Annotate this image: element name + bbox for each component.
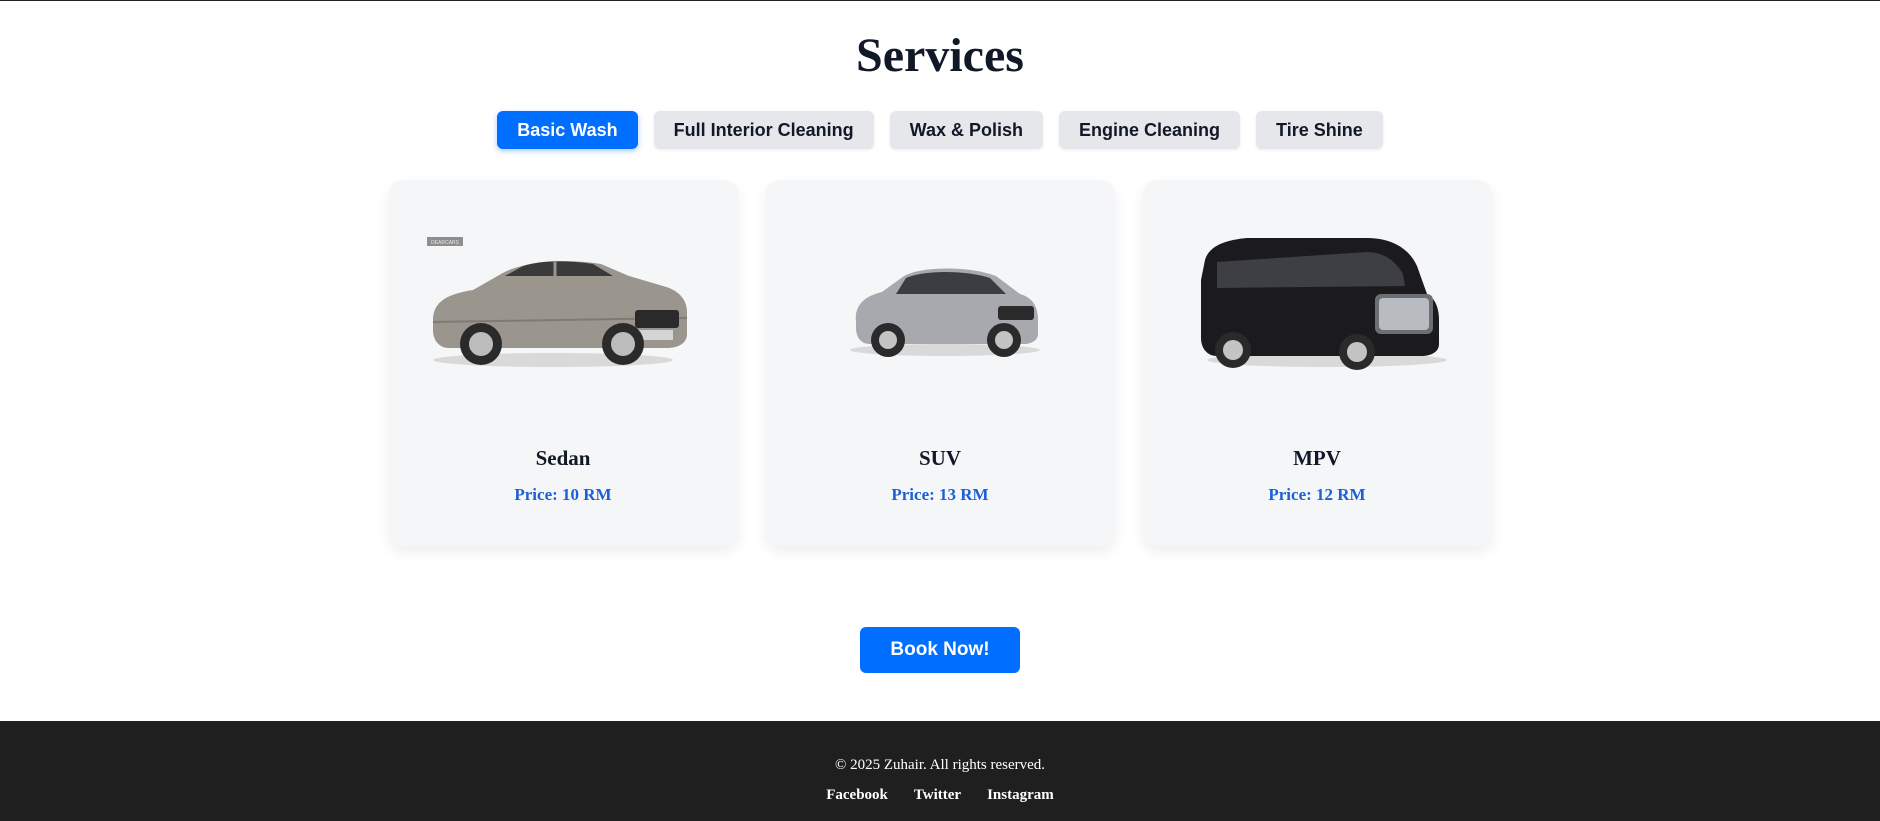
- book-now-button[interactable]: Book Now!: [860, 627, 1020, 673]
- service-tabs: Basic Wash Full Interior Cleaning Wax & …: [0, 111, 1880, 149]
- vehicle-name: Sedan: [535, 446, 591, 470]
- copyright-text: © 2025 Zuhair. All rights reserved.: [834, 757, 1046, 773]
- vehicle-name: MPV: [1293, 446, 1341, 470]
- top-divider: [0, 0, 1880, 1]
- vehicle-price: Price: 12 RM: [1268, 485, 1366, 504]
- footer: © 2025 Zuhair. All rights reserved. Face…: [0, 721, 1880, 821]
- sedan-car-image: DEARCARS: [426, 237, 687, 367]
- facebook-link[interactable]: Facebook: [826, 787, 888, 804]
- vehicle-cards: DEARCARS Sedan Price: 10 RM SUV Price: 1…: [0, 180, 1880, 546]
- tab-tire-shine[interactable]: Tire Shine: [1256, 111, 1383, 149]
- page-title: Services: [856, 29, 1024, 82]
- vehicle-card-sedan[interactable]: DEARCARS Sedan Price: 10 RM: [388, 180, 738, 546]
- tab-full-interior-cleaning[interactable]: Full Interior Cleaning: [653, 111, 874, 149]
- image-watermark: DEARCARS: [431, 240, 459, 246]
- suv-car-image: [849, 268, 1040, 357]
- tab-engine-cleaning[interactable]: Engine Cleaning: [1059, 111, 1241, 149]
- social-links: Facebook Twitter Instagram: [0, 787, 1880, 804]
- mpv-car-image: [1200, 238, 1447, 370]
- instagram-link[interactable]: Instagram: [987, 787, 1054, 804]
- vehicle-card-mpv[interactable]: MPV Price: 12 RM: [1142, 180, 1492, 546]
- vehicle-price: Price: 13 RM: [891, 485, 989, 504]
- twitter-link[interactable]: Twitter: [914, 787, 961, 804]
- vehicle-card-suv[interactable]: SUV Price: 13 RM: [765, 180, 1115, 546]
- vehicle-name: SUV: [918, 446, 961, 470]
- tab-wax-polish[interactable]: Wax & Polish: [889, 111, 1044, 149]
- vehicle-price: Price: 10 RM: [514, 485, 612, 504]
- tab-basic-wash[interactable]: Basic Wash: [497, 111, 638, 149]
